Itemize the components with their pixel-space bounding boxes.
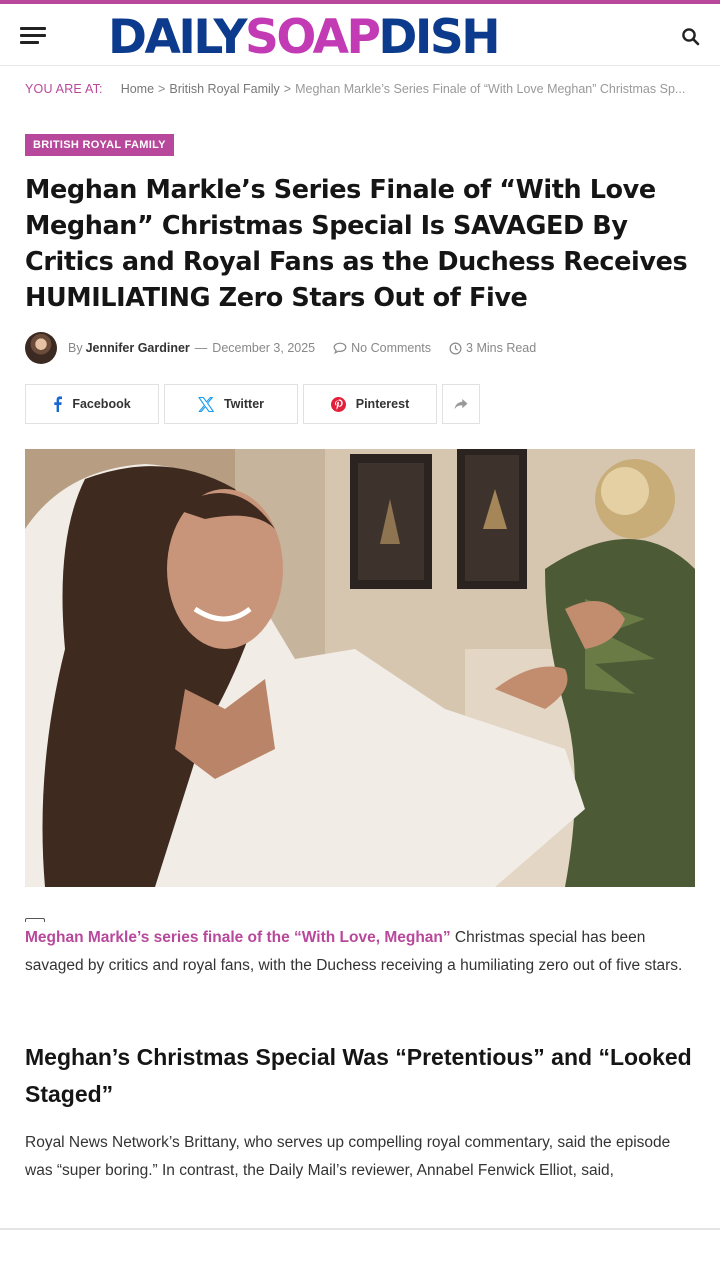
- publish-date: December 3, 2025: [212, 341, 316, 355]
- share-twitter-label: Twitter: [223, 397, 265, 411]
- comment-icon: [333, 342, 347, 354]
- hero-image: [25, 449, 695, 887]
- article-title: Meghan Markle’s Series Finale of “With L…: [25, 175, 688, 313]
- breadcrumb-label: YOU ARE AT:: [25, 82, 103, 96]
- article-intro: Meghan Markle’s series finale of the “Wi…: [25, 924, 700, 980]
- search-icon[interactable]: [681, 27, 701, 47]
- breadcrumb-separator: >: [158, 82, 166, 96]
- bottom-divider: [0, 1228, 720, 1230]
- article-paragraph: Royal News Network’s Brittany, who serve…: [25, 1134, 671, 1179]
- breadcrumb-separator: >: [283, 82, 292, 96]
- share-facebook-label: Facebook: [72, 397, 131, 411]
- breadcrumb: YOU ARE AT: Home > British Royal Family > Meg…: [25, 82, 695, 96]
- breadcrumb-category-link[interactable]: British Royal Family: [169, 82, 279, 96]
- share-more-button[interactable]: [442, 384, 480, 424]
- share-facebook-button[interactable]: Facebook: [25, 384, 159, 424]
- category-badge[interactable]: BRITISH ROYAL FAMILY: [25, 134, 174, 156]
- share-pinterest-button[interactable]: Pinterest: [303, 384, 437, 424]
- logo-part-daily: DAILY: [108, 10, 248, 65]
- pinterest-icon: [330, 396, 346, 412]
- section-heading: Meghan’s Christmas Special Was “Pretenti…: [25, 1044, 692, 1107]
- share-pinterest-label: Pinterest: [355, 397, 410, 411]
- clock-icon: [449, 341, 462, 355]
- hamburger-menu-icon[interactable]: [20, 27, 46, 45]
- x-twitter-icon: [198, 396, 214, 412]
- meta-by: By: [68, 341, 83, 355]
- site-logo[interactable]: DAILYSOAPDISH: [108, 10, 501, 66]
- share-twitter-button[interactable]: Twitter: [164, 384, 298, 424]
- site-header: DAILYSOAPDISH: [0, 4, 720, 66]
- breadcrumb-home-link[interactable]: Home: [121, 82, 154, 96]
- breadcrumb-current: Meghan Markle’s Series Finale of “With L…: [295, 82, 686, 96]
- intro-lead-link[interactable]: Meghan Markle’s series finale of the “Wi…: [25, 929, 451, 946]
- read-time: 3 Mins Read: [449, 341, 536, 355]
- author-link[interactable]: Jennifer Gardiner: [86, 341, 190, 355]
- comments-count: No Comments: [351, 341, 432, 355]
- logo-part-soap: SOAP: [245, 10, 381, 65]
- image-caption-marker: [25, 918, 45, 922]
- share-arrow-icon: [454, 398, 468, 409]
- article-meta: By Jennifer Gardiner — December 3, 2025 …: [25, 332, 536, 364]
- comments-link[interactable]: No Comments: [333, 341, 431, 355]
- logo-part-dish: DISH: [378, 10, 500, 65]
- author-avatar[interactable]: [25, 332, 57, 364]
- meta-dash: —: [194, 341, 208, 355]
- read-time-text: 3 Mins Read: [466, 341, 537, 355]
- facebook-icon: [54, 396, 63, 412]
